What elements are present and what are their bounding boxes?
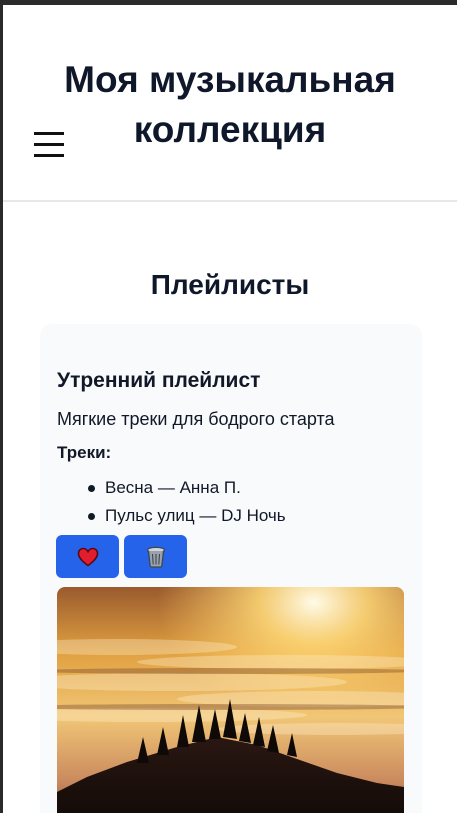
app-title: Моя музыкальная коллекция: [64, 59, 396, 150]
playlist-cover-image: [57, 587, 404, 813]
playlist-title: Утренний плейлист: [57, 369, 261, 392]
site-header: Моя музыкальная коллекция: [3, 5, 457, 202]
playlist-description: Мягкие треки для бодрого старта: [57, 409, 335, 429]
delete-button[interactable]: [124, 535, 187, 578]
track-item: Пульс улиц — DJ Ночь: [88, 502, 286, 530]
section-title: Плейлисты: [150, 269, 310, 300]
tracks-label: Треки:: [57, 443, 112, 462]
playlist-card: Утренний плейлист Мягкие треки для бодро…: [40, 324, 422, 813]
heart-icon: [77, 547, 98, 566]
track-item: Весна — Анна П.: [88, 474, 286, 502]
like-button[interactable]: [56, 535, 119, 578]
app-frame: Моя музыкальная коллекция Плейлисты Утре…: [3, 5, 457, 813]
track-list: Весна — Анна П. Пульс улиц — DJ Ночь: [88, 474, 286, 530]
trash-icon: [146, 546, 165, 568]
